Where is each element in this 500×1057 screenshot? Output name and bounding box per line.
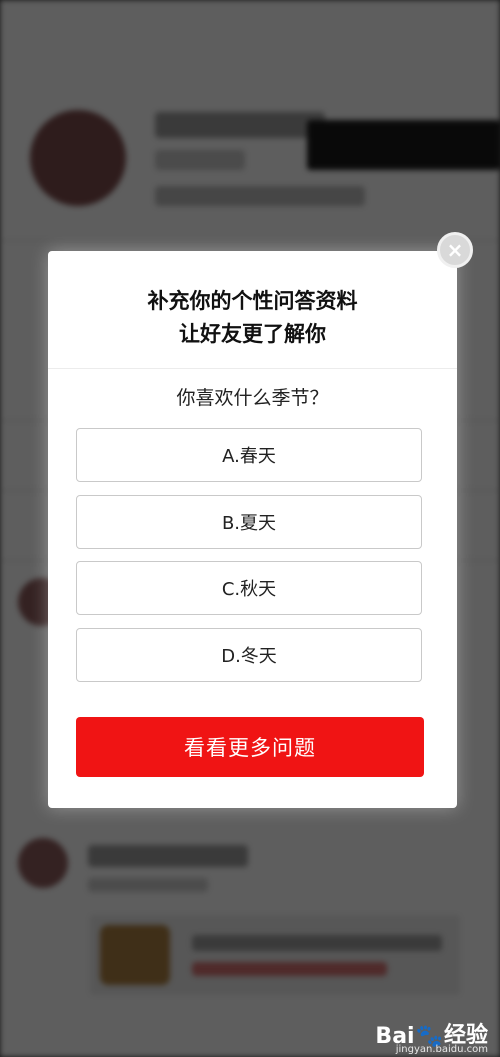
dialog-title-line1: 补充你的个性问答资料 (147, 289, 358, 313)
watermark-url: jingyan.baidu.com (395, 1044, 488, 1055)
question-text: 你喜欢什么季节？ (176, 387, 329, 409)
dialog-divider (48, 368, 457, 369)
option-c-button[interactable]: C.秋天 (76, 561, 422, 615)
option-a-button[interactable]: A.春天 (76, 428, 422, 482)
option-d-button[interactable]: D.冬天 (76, 628, 422, 682)
profile-qa-dialog: 补充你的个性问答资料 让好友更了解你 你喜欢什么季节？ A.春天 B.夏天 C.… (48, 251, 457, 808)
baidu-jingyan-watermark: Bai 🐾 经验 jingyan.baidu.com (375, 1017, 488, 1055)
close-icon[interactable]: × (437, 232, 473, 268)
option-b-button[interactable]: B.夏天 (76, 495, 422, 549)
dialog-title-line2: 让好友更了解你 (179, 322, 326, 346)
close-icon-glyph: × (446, 238, 464, 262)
dialog-title: 补充你的个性问答资料 让好友更了解你 (48, 285, 457, 351)
more-questions-button[interactable]: 看看更多问题 (76, 717, 424, 777)
